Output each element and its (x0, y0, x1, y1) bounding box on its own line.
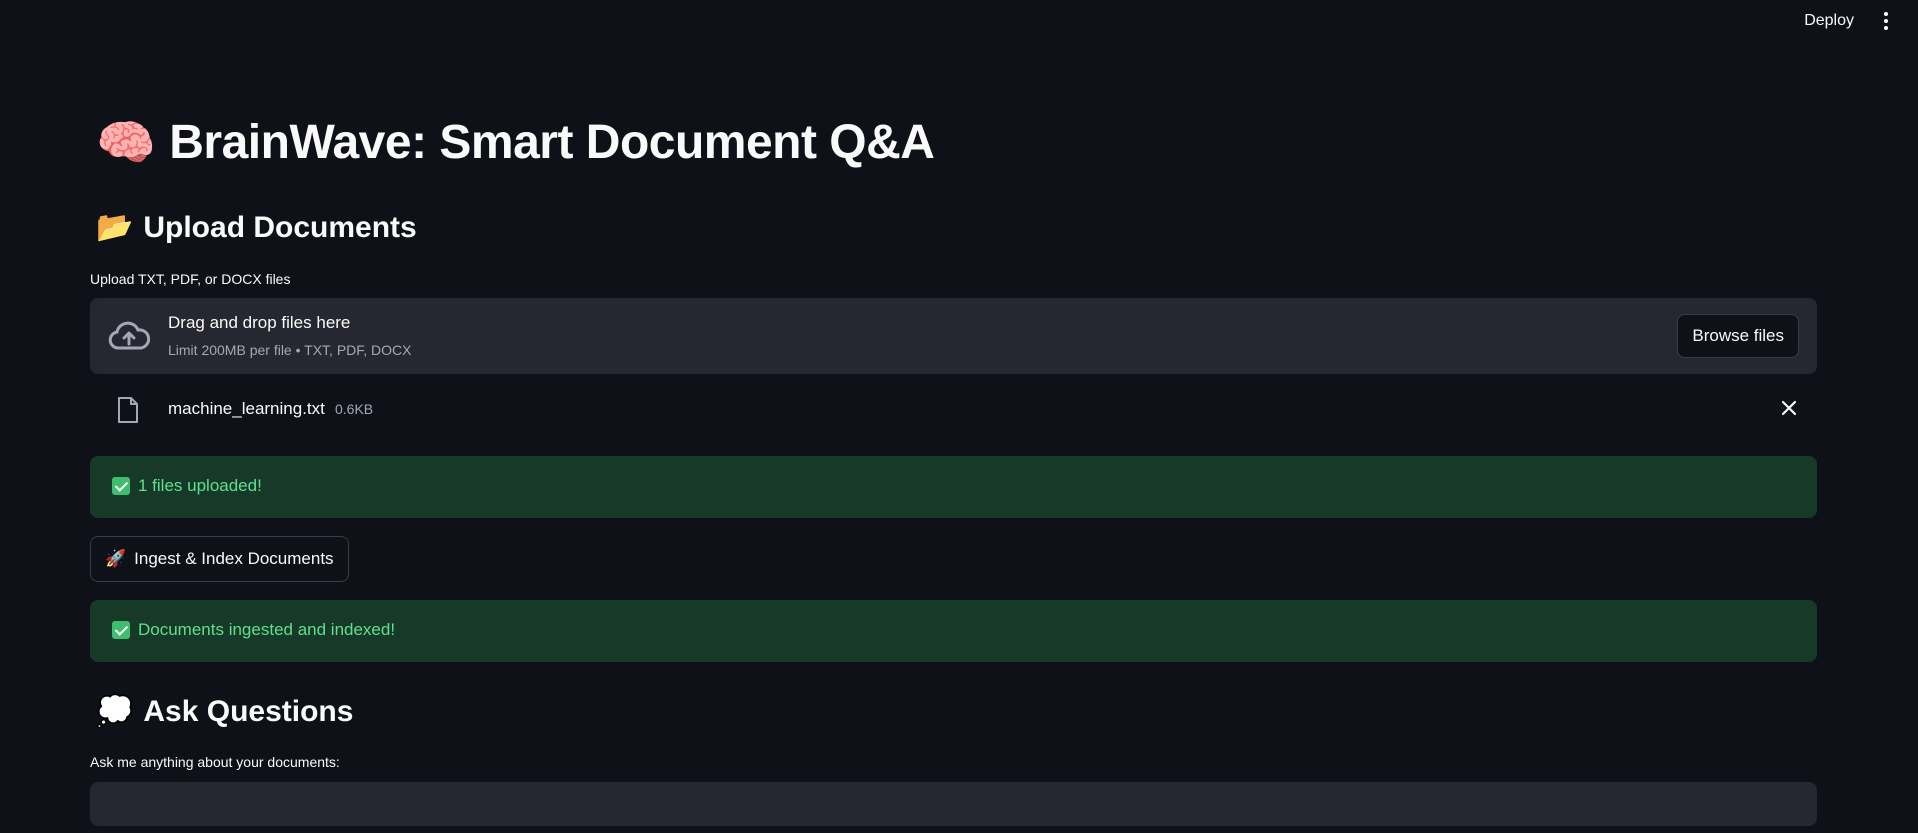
ingest-button[interactable]: 🚀 Ingest & Index Documents (90, 536, 349, 582)
question-label: Ask me anything about your documents: (90, 754, 340, 770)
top-bar: Deploy (0, 0, 1918, 44)
question-input[interactable] (90, 782, 1817, 826)
upload-success-alert: 1 files uploaded! (90, 456, 1817, 518)
browse-files-button[interactable]: Browse files (1677, 314, 1799, 358)
rocket-icon: 🚀 (105, 549, 127, 569)
brain-icon: 🧠 (96, 115, 156, 171)
upload-heading-text: Upload Documents (143, 210, 417, 244)
upload-success-text: 1 files uploaded! (138, 476, 262, 495)
check-icon (112, 621, 130, 639)
dropzone-title: Drag and drop files here (168, 313, 351, 332)
deploy-button[interactable]: Deploy (1804, 12, 1854, 30)
thought-bubble-icon: 💭 (96, 694, 134, 729)
file-size: 0.6KB (335, 401, 374, 417)
file-dropzone[interactable]: Drag and drop files here Limit 200MB per… (90, 298, 1817, 374)
close-icon[interactable] (1779, 398, 1799, 418)
check-icon (112, 477, 130, 495)
folder-icon: 📂 (96, 210, 134, 245)
page-title-text: BrainWave: Smart Document Q&A (169, 116, 935, 169)
ingest-button-label: Ingest & Index Documents (134, 549, 334, 568)
dropzone-limit: Limit 200MB per file • TXT, PDF, DOCX (168, 342, 412, 358)
upload-label: Upload TXT, PDF, or DOCX files (90, 271, 291, 287)
page-title: 🧠 BrainWave: Smart Document Q&A (96, 114, 935, 171)
ingest-success-text: Documents ingested and indexed! (138, 620, 396, 639)
ask-heading-text: Ask Questions (143, 694, 354, 728)
main-menu-kebab-icon[interactable] (1880, 12, 1892, 32)
file-name: machine_learning.txt (168, 399, 325, 418)
upload-heading: 📂 Upload Documents (96, 210, 417, 245)
uploaded-file-row: machine_learning.txt 0.6KB (90, 388, 1817, 432)
cloud-upload-icon (108, 321, 150, 350)
ask-heading: 💭 Ask Questions (96, 694, 353, 729)
ingest-success-alert: Documents ingested and indexed! (90, 600, 1817, 662)
file-icon (118, 397, 138, 423)
